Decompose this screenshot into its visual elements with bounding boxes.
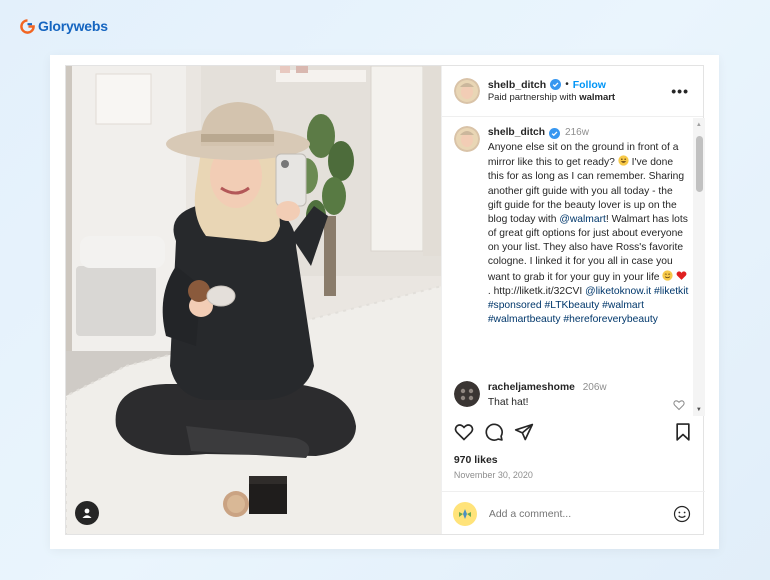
post-sidebar: shelb_ditch • Follow Paid partnership wi… <box>440 66 705 536</box>
hashtag[interactable]: #walmart <box>602 300 644 311</box>
caption: shelb_ditch 216w Anyone else sit on the … <box>442 118 705 327</box>
scroll-up-arrow-icon[interactable]: ▲ <box>696 122 702 128</box>
comments-scrollbar[interactable]: ▲ ▼ <box>692 118 705 416</box>
bookmark-icon[interactable] <box>673 422 693 442</box>
caption-avatar[interactable] <box>453 126 480 152</box>
scroll-down-arrow-icon[interactable]: ▼ <box>696 407 702 413</box>
post-image <box>66 66 441 534</box>
post-date: November 30, 2020 <box>453 470 533 480</box>
caption-username[interactable]: shelb_ditch <box>488 126 545 140</box>
instagram-post: shelb_ditch • Follow Paid partnership wi… <box>65 65 705 536</box>
paid-partnership-label: Paid partnership with walmart <box>488 92 615 105</box>
comment-item: racheljameshome 206w That hat! <box>453 381 685 411</box>
author-avatar[interactable] <box>453 78 480 104</box>
author-username[interactable]: shelb_ditch <box>488 78 546 92</box>
hashtag[interactable]: #liketkit <box>654 286 688 297</box>
hashtag[interactable]: #sponsored <box>488 300 542 311</box>
paper-plane-icon[interactable] <box>514 422 534 442</box>
smiley-icon[interactable] <box>673 505 691 523</box>
action-bar <box>442 422 705 444</box>
add-comment-bar <box>441 491 705 536</box>
comment-like-icon[interactable] <box>673 399 685 411</box>
heart-icon[interactable] <box>454 422 474 442</box>
comment-icon[interactable] <box>484 422 504 442</box>
hashtag[interactable]: #hereforeverybeauty <box>563 314 657 325</box>
comments-panel[interactable]: shelb_ditch 216w Anyone else sit on the … <box>442 118 705 416</box>
hashtag[interactable]: #walmartbeauty <box>488 314 561 325</box>
scrollbar-thumb[interactable] <box>695 136 703 192</box>
red-heart-emoji-icon <box>676 270 687 280</box>
mention-liketoknow[interactable]: @liketoknow.it <box>585 286 651 297</box>
separator-dot: • <box>565 78 569 90</box>
mention-walmart[interactable]: @walmart <box>559 214 606 225</box>
follow-button[interactable]: Follow <box>573 78 606 92</box>
post-header: shelb_ditch • Follow Paid partnership wi… <box>441 66 703 117</box>
likes-count[interactable]: 970 likes <box>454 454 498 466</box>
verified-badge-icon <box>549 127 561 139</box>
caption-url[interactable]: http://liketk.it/32CVI <box>494 286 583 297</box>
commenter-avatar[interactable] <box>453 381 480 407</box>
partner-link[interactable]: walmart <box>579 92 615 103</box>
grinning-emoji-icon <box>618 155 629 166</box>
post-photo[interactable] <box>66 66 441 534</box>
comment-text: That hat! <box>487 396 529 408</box>
paid-prefix: Paid partnership with <box>487 91 577 103</box>
commenter-username[interactable]: racheljameshome <box>488 382 575 393</box>
hashtag[interactable]: #LTKbeauty <box>545 300 600 311</box>
add-comment-input[interactable] <box>488 508 649 520</box>
brand-mark-icon <box>20 18 35 34</box>
smiling-emoji-icon <box>662 269 674 281</box>
more-options-button[interactable]: ••• <box>671 83 689 99</box>
verified-badge-icon <box>550 79 562 91</box>
brand-name: Glorywebs <box>38 18 108 34</box>
post-card: shelb_ditch • Follow Paid partnership wi… <box>50 55 719 549</box>
user-tag-icon[interactable] <box>75 501 99 525</box>
caption-time: 216w <box>565 127 589 139</box>
comment-time: 206w <box>582 382 607 393</box>
viewer-avatar <box>452 502 477 526</box>
brand-logo: Glorywebs <box>20 18 108 34</box>
